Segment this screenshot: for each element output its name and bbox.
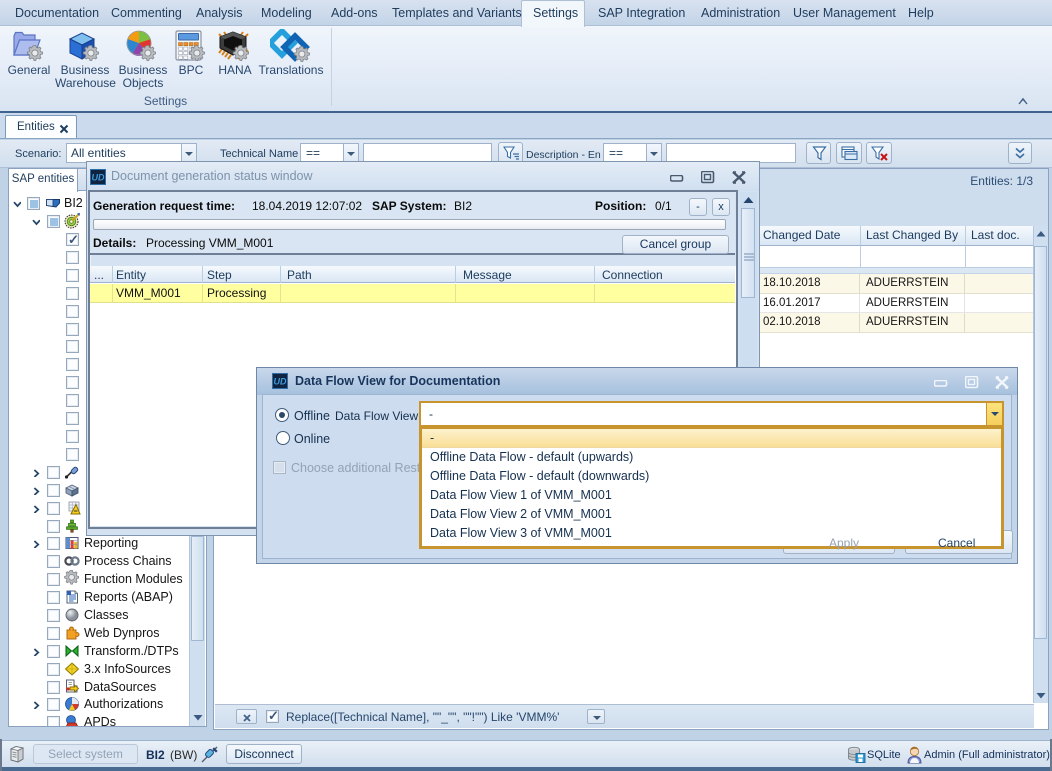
- svg-text:UD: UD: [274, 377, 287, 387]
- svg-text:UD: UD: [92, 173, 105, 183]
